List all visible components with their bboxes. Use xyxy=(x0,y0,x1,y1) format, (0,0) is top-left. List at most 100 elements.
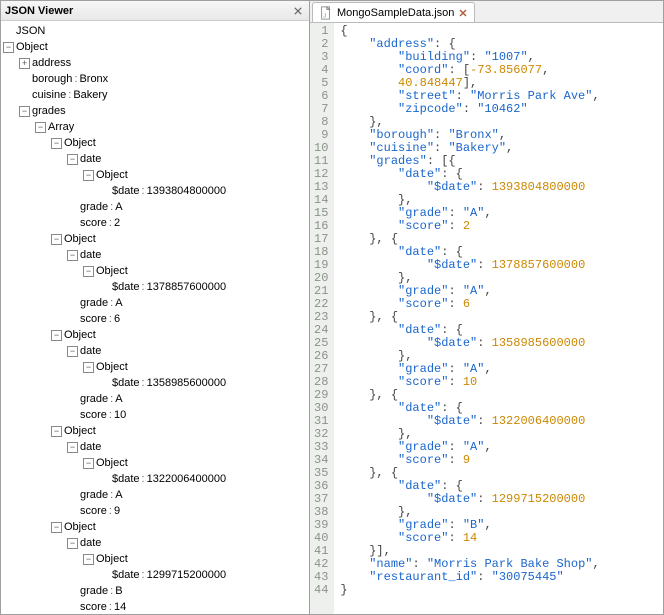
tree-node[interactable]: −Object xyxy=(51,135,309,151)
tree-node-label: grades xyxy=(32,103,66,119)
tree-node[interactable]: −Object xyxy=(83,167,309,183)
collapse-icon[interactable]: − xyxy=(83,266,94,277)
tree-node[interactable]: JSON xyxy=(3,23,309,39)
tree-node[interactable]: grade:B xyxy=(67,583,309,599)
tree-node[interactable]: $date:1322006400000 xyxy=(99,471,309,487)
tree-node[interactable]: $date:1378857600000 xyxy=(99,279,309,295)
toggle-spacer xyxy=(67,394,78,405)
toggle-spacer xyxy=(67,410,78,421)
tree-node-label: date xyxy=(80,247,101,263)
collapse-icon[interactable]: − xyxy=(51,522,62,533)
tree-node[interactable]: +address xyxy=(19,55,309,71)
tree-node-label: Object xyxy=(64,135,96,151)
toggle-spacer xyxy=(67,314,78,325)
tree-node-label: Object xyxy=(64,327,96,343)
json-viewer-header: JSON Viewer xyxy=(1,1,309,21)
collapse-icon[interactable]: − xyxy=(67,442,78,453)
toggle-spacer xyxy=(67,202,78,213)
tree-node[interactable]: score:6 xyxy=(67,311,309,327)
json-tree[interactable]: JSON−Object+addressborough:Bronxcuisine:… xyxy=(1,21,309,614)
tree-node[interactable]: score:9 xyxy=(67,503,309,519)
collapse-icon[interactable]: − xyxy=(3,42,14,53)
tree-node[interactable]: −grades xyxy=(19,103,309,119)
collapse-icon[interactable]: − xyxy=(67,154,78,165)
tree-node-label: date xyxy=(80,151,101,167)
collapse-icon[interactable]: − xyxy=(83,362,94,373)
tree-node[interactable]: score:2 xyxy=(67,215,309,231)
collapse-icon[interactable]: − xyxy=(19,106,30,117)
toggle-spacer xyxy=(99,474,110,485)
tree-node[interactable]: grade:A xyxy=(67,295,309,311)
collapse-icon[interactable]: − xyxy=(51,330,62,341)
code-line[interactable]: } xyxy=(340,584,599,597)
tree-node[interactable]: −date xyxy=(67,151,309,167)
line-gutter: 1234567891011121314151617181920212223242… xyxy=(310,23,334,614)
tree-node-label: score:2 xyxy=(80,215,120,231)
code-content[interactable]: { "address": { "building": "1007", "coor… xyxy=(334,23,599,614)
tree-node[interactable]: −Object xyxy=(83,455,309,471)
tree-node-label: grade:B xyxy=(80,583,123,599)
tree-node[interactable]: −date xyxy=(67,343,309,359)
tree-node[interactable]: −Array xyxy=(35,119,309,135)
tree-node-label: score:9 xyxy=(80,503,120,519)
collapse-icon[interactable]: − xyxy=(51,234,62,245)
toggle-spacer xyxy=(99,186,110,197)
editor-tab[interactable]: J MongoSampleData.json xyxy=(312,2,475,22)
collapse-icon[interactable]: − xyxy=(51,426,62,437)
tree-node-label: grade:A xyxy=(80,199,123,215)
tree-node-label: Object xyxy=(64,231,96,247)
collapse-icon[interactable]: − xyxy=(83,458,94,469)
code-editor[interactable]: 1234567891011121314151617181920212223242… xyxy=(310,23,663,614)
tree-node[interactable]: cuisine:Bakery xyxy=(19,87,309,103)
tree-node-label: Array xyxy=(48,119,74,135)
tree-node[interactable]: grade:A xyxy=(67,391,309,407)
tree-node[interactable]: score:14 xyxy=(67,599,309,614)
tree-node[interactable]: $date:1299715200000 xyxy=(99,567,309,583)
tree-node[interactable]: −Object xyxy=(83,263,309,279)
collapse-icon[interactable]: − xyxy=(67,250,78,261)
editor-tabbar: J MongoSampleData.json xyxy=(310,1,663,23)
tree-node[interactable]: grade:A xyxy=(67,199,309,215)
toggle-spacer xyxy=(19,90,30,101)
tree-node[interactable]: −Object xyxy=(51,231,309,247)
tree-node-label: JSON xyxy=(16,23,45,39)
tree-node-label: Object xyxy=(96,551,128,567)
tree-node[interactable]: borough:Bronx xyxy=(19,71,309,87)
collapse-icon[interactable]: − xyxy=(83,554,94,565)
toggle-spacer xyxy=(67,506,78,517)
code-line[interactable]: "restaurant_id": "30075445" xyxy=(340,571,599,584)
collapse-icon[interactable]: − xyxy=(67,538,78,549)
tree-node[interactable]: $date:1358985600000 xyxy=(99,375,309,391)
tree-node-label: $date:1393804800000 xyxy=(112,183,226,199)
tree-node[interactable]: −Object xyxy=(83,551,309,567)
tree-node[interactable]: −Object xyxy=(51,519,309,535)
tree-node-label: Object xyxy=(16,39,48,55)
collapse-icon[interactable]: − xyxy=(83,170,94,181)
tree-node[interactable]: −Object xyxy=(51,327,309,343)
collapse-icon[interactable]: − xyxy=(67,346,78,357)
panel-close-button[interactable] xyxy=(291,4,305,18)
collapse-icon[interactable]: − xyxy=(35,122,46,133)
toggle-spacer xyxy=(67,490,78,501)
tree-node-label: date xyxy=(80,343,101,359)
tree-node[interactable]: $date:1393804800000 xyxy=(99,183,309,199)
tree-node-label: grade:A xyxy=(80,391,123,407)
tree-node-label: Object xyxy=(96,359,128,375)
tree-node-label: address xyxy=(32,55,71,71)
tree-node[interactable]: −Object xyxy=(3,39,309,55)
tab-label: MongoSampleData.json xyxy=(337,7,454,19)
tree-node[interactable]: score:10 xyxy=(67,407,309,423)
tree-node[interactable]: grade:A xyxy=(67,487,309,503)
tree-node[interactable]: −date xyxy=(67,247,309,263)
tree-node-label: $date:1378857600000 xyxy=(112,279,226,295)
tree-node[interactable]: −date xyxy=(67,535,309,551)
tree-node-label: cuisine:Bakery xyxy=(32,87,108,103)
collapse-icon[interactable]: − xyxy=(51,138,62,149)
expand-icon[interactable]: + xyxy=(19,58,30,69)
toggle-spacer xyxy=(19,74,30,85)
tree-node[interactable]: −date xyxy=(67,439,309,455)
tree-node[interactable]: −Object xyxy=(51,423,309,439)
tab-close-icon[interactable] xyxy=(458,8,468,18)
tree-node[interactable]: −Object xyxy=(83,359,309,375)
json-viewer-title: JSON Viewer xyxy=(5,5,291,17)
